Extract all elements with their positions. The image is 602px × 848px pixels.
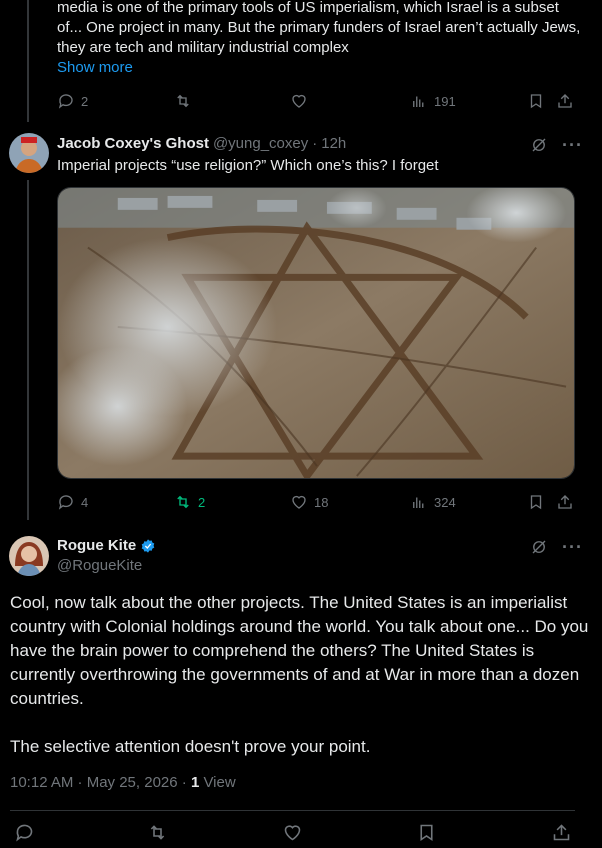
share-icon: [553, 824, 570, 841]
like-button[interactable]: 18: [290, 493, 328, 511]
more-options-icon[interactable]: ···: [562, 136, 583, 154]
views-button[interactable]: 191: [410, 92, 456, 110]
bookmark-icon: [530, 94, 542, 109]
thread-line-reply: [27, 180, 29, 520]
more-options-icon[interactable]: ···: [562, 538, 583, 556]
avatar-rogue-kite[interactable]: [9, 536, 49, 576]
repost-icon: [150, 825, 165, 840]
repost-icon: [177, 495, 189, 509]
bookmark-button[interactable]: [527, 493, 545, 511]
analytics-icon: [413, 96, 424, 107]
grok-icon[interactable]: [530, 538, 548, 556]
reply-tweet-text: Imperial projects “use religion?” Which …: [57, 157, 439, 174]
views-count: 191: [434, 93, 456, 109]
view-label: View: [199, 774, 236, 791]
dot-separator: ·: [312, 135, 318, 152]
like-button[interactable]: [282, 822, 303, 843]
reply-button[interactable]: [14, 822, 35, 843]
tweet-media-video[interactable]: [57, 187, 575, 479]
share-button[interactable]: [556, 92, 574, 110]
reply-button[interactable]: 2: [57, 92, 88, 110]
repost-button[interactable]: [147, 822, 168, 843]
reply-icon: [16, 824, 33, 842]
like-count: 18: [314, 494, 329, 510]
reply-top-icons: ···: [530, 136, 583, 154]
bookmark-button[interactable]: [527, 92, 545, 110]
tweet-timestamp[interactable]: 10:12 AM · May 25, 2026 ·: [10, 774, 191, 791]
thread-line-top: [27, 0, 29, 122]
verified-badge-icon: [141, 538, 155, 553]
main-top-icons: ···: [530, 538, 583, 556]
reply-count: 2: [81, 93, 89, 109]
grok-icon[interactable]: [530, 136, 548, 154]
main-author-handle[interactable]: @RogueKite: [57, 557, 142, 574]
show-more-link[interactable]: Show more: [57, 59, 133, 76]
top-tweet-text: media is one of the primary tools of US …: [57, 0, 581, 56]
share-icon: [558, 94, 572, 108]
heart-icon: [292, 94, 306, 108]
repost-icon: [177, 94, 189, 108]
reply-author-handle[interactable]: @yung_coxey: [213, 135, 308, 152]
reply-button[interactable]: 4: [57, 493, 88, 511]
like-button[interactable]: [290, 92, 308, 110]
views-button[interactable]: 324: [410, 493, 456, 511]
share-icon: [558, 495, 572, 509]
reply-icon: [58, 94, 73, 109]
reply-count: 4: [81, 494, 89, 510]
main-author-row: Rogue Kite: [57, 537, 156, 554]
repost-button[interactable]: 2: [174, 493, 205, 511]
reply-author-name[interactable]: Jacob Coxey's Ghost: [57, 135, 209, 152]
share-button[interactable]: [556, 493, 574, 511]
main-tweet-paragraph-2: The selective attention doesn't prove yo…: [10, 737, 371, 756]
bookmark-button[interactable]: [416, 822, 437, 843]
repost-button[interactable]: [174, 92, 192, 110]
reply-icon: [58, 495, 73, 510]
main-author-handle-row: @RogueKite: [57, 557, 142, 574]
avatar-jacob[interactable]: [9, 133, 49, 173]
analytics-icon: [413, 497, 424, 508]
heart-icon: [292, 495, 306, 509]
bookmark-icon: [420, 824, 433, 841]
reply-author-row: Jacob Coxey's Ghost @yung_coxey · 12h: [57, 135, 346, 152]
views-count: 324: [434, 494, 456, 510]
divider: [10, 810, 575, 811]
share-button[interactable]: [551, 822, 572, 843]
repost-count: 2: [198, 494, 206, 510]
main-author-name[interactable]: Rogue Kite: [57, 537, 136, 554]
reply-time[interactable]: 12h: [321, 135, 346, 152]
heart-icon: [284, 825, 301, 841]
main-tweet-actions: [0, 820, 602, 848]
bookmark-icon: [530, 495, 542, 510]
main-tweet-paragraph-1: Cool, now talk about the other projects.…: [10, 593, 589, 708]
tweet-meta: 10:12 AM · May 25, 2026 · 1 View: [10, 774, 236, 791]
main-tweet-text: Cool, now talk about the other projects.…: [10, 591, 590, 783]
